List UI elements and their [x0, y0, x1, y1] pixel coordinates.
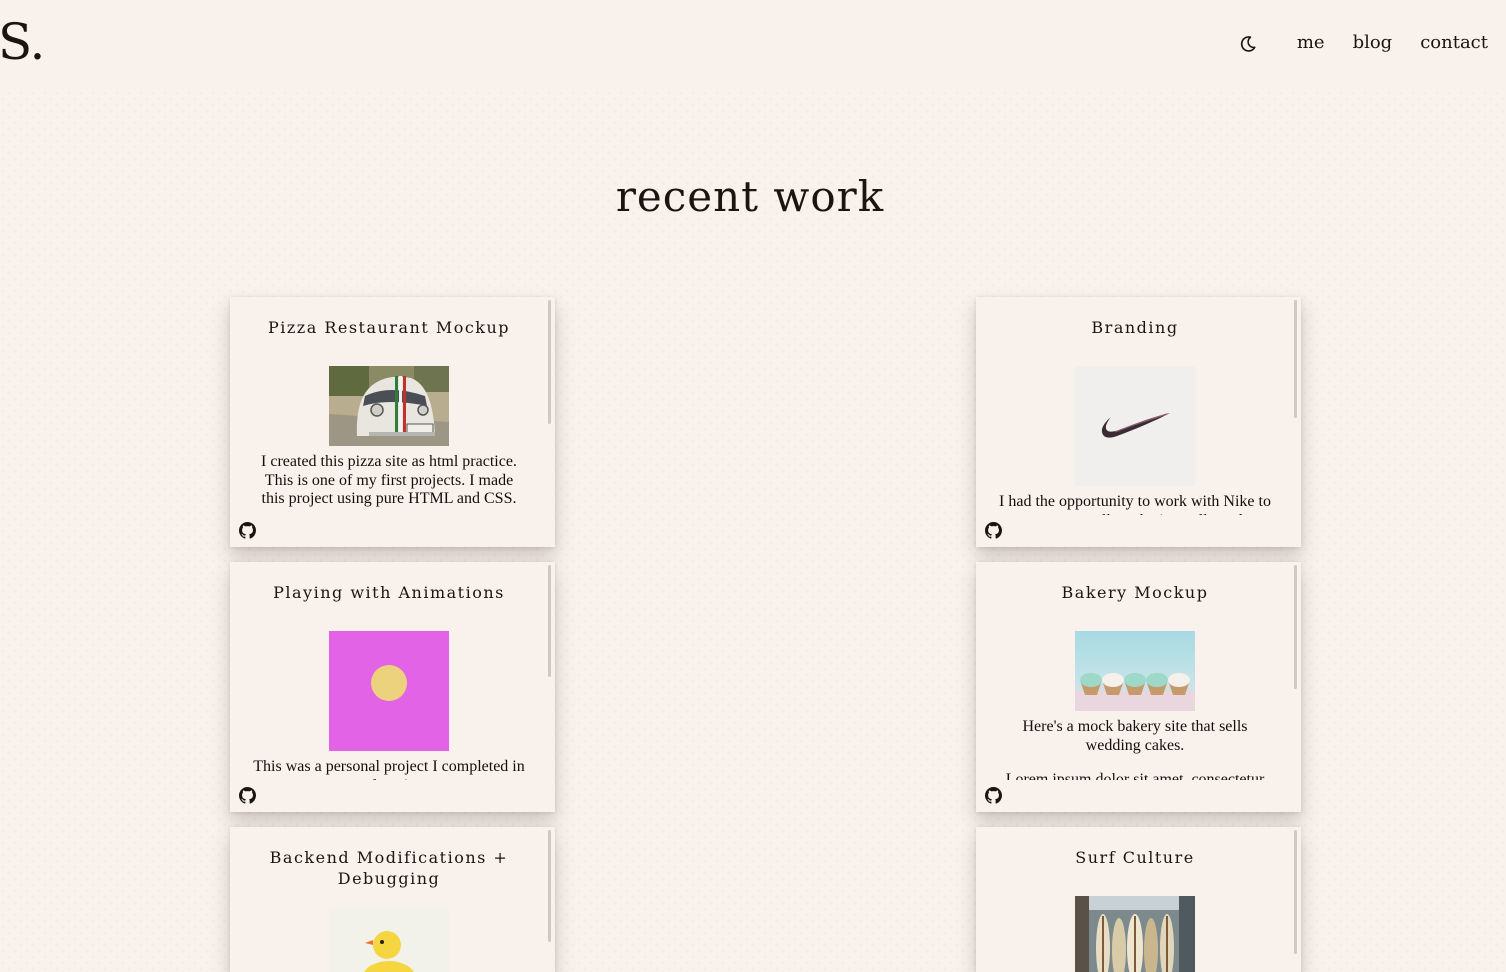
card-title: Playing with Animations: [273, 583, 505, 602]
card-title: Bakery Mockup: [1061, 583, 1209, 602]
card-title: Pizza Restaurant Mockup: [267, 318, 511, 337]
card-description: Here's a mock bakery site that sells wed…: [1022, 718, 1248, 754]
card-content[interactable]: Bakery Mockup Here's a mock bakery site …: [976, 562, 1294, 780]
surfboards-thumbnail: [1075, 896, 1195, 972]
card-scrollbar[interactable]: [548, 565, 551, 677]
project-card-pizza[interactable]: Pizza Restaurant Mockup I created this p…: [230, 297, 555, 547]
nav-link-contact[interactable]: contact: [1420, 32, 1488, 53]
pizza-car-thumbnail: [329, 366, 449, 446]
github-icon[interactable]: [239, 787, 256, 804]
card-content[interactable]: Playing with Animations This was a perso…: [230, 562, 548, 780]
nike-logo-thumbnail: [1075, 366, 1195, 486]
card-description: I created this pizza site as html practi…: [261, 453, 517, 507]
github-icon[interactable]: [239, 522, 256, 539]
project-card-surf[interactable]: Surf Culture: [976, 827, 1301, 972]
card-content[interactable]: Branding I had the opportunity to work w…: [976, 297, 1294, 515]
project-card-animations[interactable]: Playing with Animations This was a perso…: [230, 562, 555, 812]
card-scrollbar[interactable]: [548, 830, 551, 942]
cupcakes-thumbnail: [1075, 631, 1195, 711]
card-content[interactable]: Backend Modifications + Debugging: [230, 827, 548, 972]
project-card-backend[interactable]: Backend Modifications + Debugging: [230, 827, 555, 972]
github-icon[interactable]: [985, 787, 1002, 804]
card-content[interactable]: Pizza Restaurant Mockup I created this p…: [230, 297, 548, 515]
card-title: Backend Modifications + Debugging: [269, 848, 509, 888]
animation-thumbnail: [329, 631, 449, 751]
section-title: recent work: [615, 172, 885, 221]
nav-link-me[interactable]: me: [1297, 32, 1325, 53]
project-card-branding[interactable]: Branding I had the opportunity to work w…: [976, 297, 1301, 547]
card-scrollbar[interactable]: [1294, 830, 1297, 954]
project-card-bakery[interactable]: Bakery Mockup Here's a mock bakery site …: [976, 562, 1301, 812]
card-description: This was a personal project I completed …: [253, 758, 525, 780]
card-description-extra: Lorem ipsum dolor sit amet, consectetur: [1005, 771, 1265, 780]
card-title: Surf Culture: [1075, 848, 1195, 867]
rubber-duck-thumbnail: [329, 907, 449, 972]
site-logo[interactable]: S.: [0, 12, 45, 72]
card-scrollbar[interactable]: [548, 300, 551, 424]
nav-link-blog[interactable]: blog: [1353, 32, 1393, 53]
github-icon[interactable]: [985, 522, 1002, 539]
card-scrollbar[interactable]: [1294, 300, 1297, 418]
site-header: S. me blog contact: [0, 0, 1506, 88]
card-content[interactable]: Surf Culture: [976, 827, 1294, 972]
card-description: I had the opportunity to work with Nike …: [999, 493, 1271, 515]
main-nav: me blog contact: [1239, 28, 1488, 56]
card-scrollbar[interactable]: [1294, 565, 1297, 689]
card-title: Branding: [1091, 318, 1179, 337]
moon-icon[interactable]: [1239, 35, 1257, 53]
